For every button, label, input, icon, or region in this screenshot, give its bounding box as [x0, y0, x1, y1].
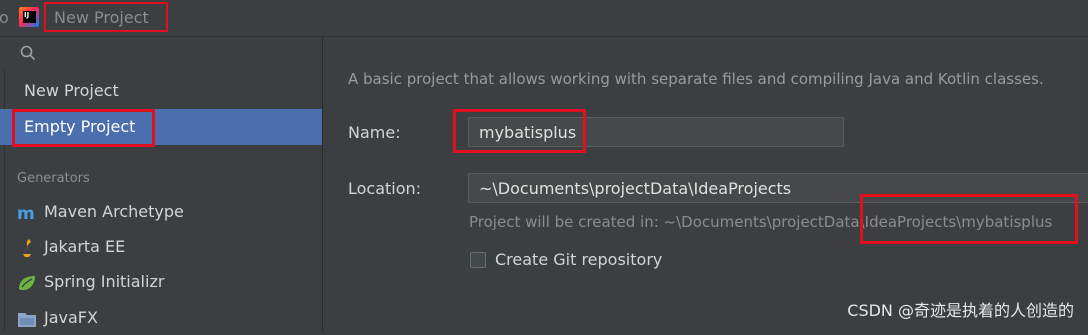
left-edge-glyph: o	[0, 8, 9, 27]
title-bar: o IJ New Project	[0, 0, 1088, 37]
project-type-sidebar: New Project Empty Project Generators m M…	[0, 37, 323, 331]
javafx-icon	[18, 313, 36, 327]
sidebar-item-new-project[interactable]: New Project	[0, 73, 322, 109]
create-git-repository-label[interactable]: Create Git repository	[495, 250, 662, 269]
annotation-box-path	[860, 194, 1078, 244]
generator-label: Maven Archetype	[44, 202, 184, 221]
generator-jakarta-ee[interactable]: Jakarta EE	[0, 230, 322, 264]
generator-spring-initializr[interactable]: Spring Initializr	[0, 265, 322, 299]
project-description: A basic project that allows working with…	[348, 70, 1044, 88]
sidebar-search[interactable]	[0, 37, 322, 69]
generator-label: Jakarta EE	[44, 237, 126, 256]
generators-header: Generators	[17, 171, 90, 186]
name-label: Name:	[348, 123, 401, 142]
generator-javafx[interactable]: JavaFX	[0, 301, 322, 335]
annotation-box-name	[453, 109, 586, 153]
project-settings-panel: A basic project that allows working with…	[323, 37, 1088, 331]
jakarta-ee-icon	[23, 239, 31, 257]
generator-maven-archetype[interactable]: m Maven Archetype	[0, 195, 322, 229]
search-icon[interactable]	[20, 45, 36, 61]
maven-icon: m	[17, 204, 35, 223]
location-label: Location:	[348, 179, 422, 198]
sidebar-item-label: New Project	[24, 81, 119, 100]
create-git-repository-checkbox[interactable]	[470, 252, 486, 268]
spring-icon	[19, 276, 35, 291]
annotation-box-title	[44, 2, 168, 32]
hint-prefix: Project will be created in: ~\Documents\…	[469, 213, 860, 231]
intellij-idea-icon: IJ	[19, 7, 39, 27]
svg-text:m: m	[17, 204, 35, 223]
generator-label: JavaFX	[44, 308, 98, 327]
generator-label: Spring Initializr	[44, 272, 165, 291]
app-icon-text: IJ	[23, 11, 36, 23]
annotation-box-empty-project	[12, 109, 155, 147]
watermark: CSDN @奇迹是执着的人创造的	[847, 301, 1074, 320]
